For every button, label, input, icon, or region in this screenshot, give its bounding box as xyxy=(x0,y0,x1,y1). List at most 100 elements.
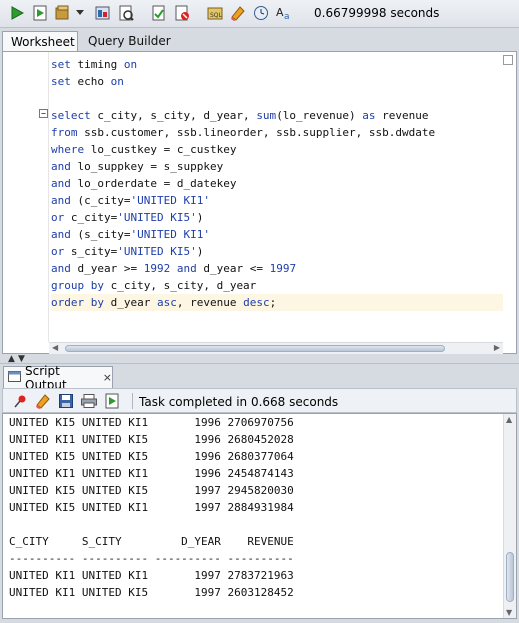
script-output-pane[interactable]: UNITED KI5 UNITED KI1 1996 2706970756 UNI… xyxy=(2,413,517,619)
expand-up-icon[interactable]: ▲ xyxy=(8,354,15,364)
code-line[interactable]: set echo on xyxy=(51,73,501,90)
code-token: ) xyxy=(196,211,204,224)
code-token: c_city, s_city, d_year xyxy=(110,279,257,292)
code-token: timing xyxy=(77,58,124,71)
code-token: c_city= xyxy=(70,211,118,224)
code-token: where xyxy=(51,143,91,156)
worksheet-toolbar: SQL Aa 0.66799998 seconds xyxy=(0,0,519,28)
code-token: 'UNITED KI1' xyxy=(130,228,210,241)
fold-toggle-icon[interactable]: − xyxy=(39,109,48,118)
autotrace-icon[interactable] xyxy=(94,4,112,22)
svg-text:a: a xyxy=(284,12,290,21)
task-status: Task completed in 0.668 seconds xyxy=(139,395,339,409)
code-line[interactable]: and lo_suppkey = s_suppkey xyxy=(51,158,501,175)
output-line: UNITED KI5 UNITED KI1 1997 2884931984 xyxy=(9,501,294,514)
sql-tuning-icon[interactable] xyxy=(150,4,168,22)
close-icon[interactable]: × xyxy=(103,371,112,384)
output-line: UNITED KI1 UNITED KI5 1996 2680452028 xyxy=(9,433,294,446)
scroll-up-icon[interactable]: ▲ xyxy=(506,415,512,424)
code-line[interactable]: and d_year >= 1992 and d_year <= 1997 xyxy=(51,260,501,277)
scroll-right-icon[interactable]: ▶ xyxy=(494,343,500,352)
expand-down-icon[interactable]: ▼ xyxy=(18,354,25,364)
run-script-output-icon[interactable] xyxy=(103,392,121,410)
clear-output-icon[interactable] xyxy=(34,392,52,410)
scrollbar-thumb[interactable] xyxy=(65,345,445,352)
output-line: UNITED KI1 UNITED KI5 1997 2603128452 xyxy=(9,586,294,599)
clear-icon[interactable] xyxy=(229,4,247,22)
output-line: UNITED KI5 UNITED KI1 1996 2706970756 xyxy=(9,416,294,429)
code-line[interactable]: from ssb.customer, ssb.lineorder, ssb.su… xyxy=(51,124,501,141)
scroll-left-icon[interactable]: ◀ xyxy=(52,343,58,352)
code-token: or xyxy=(51,245,71,258)
pin-icon[interactable] xyxy=(11,392,29,410)
output-vertical-scrollbar[interactable]: ▲ ▼ xyxy=(503,414,516,618)
history-icon[interactable] xyxy=(252,4,270,22)
code-token: and xyxy=(51,177,78,190)
code-line[interactable]: and (s_city='UNITED KI1' xyxy=(51,226,501,243)
sql-editor[interactable]: − set timing on set echo on select c_city,… xyxy=(2,51,517,354)
code-line[interactable]: set timing on xyxy=(51,56,501,73)
code-token: and xyxy=(51,194,78,207)
editor-gutter xyxy=(3,52,49,342)
code-line[interactable]: or s_city='UNITED KI5') xyxy=(51,243,501,260)
print-icon[interactable] xyxy=(80,392,98,410)
code-line[interactable]: or c_city='UNITED KI5') xyxy=(51,209,501,226)
scroll-down-icon[interactable]: ▼ xyxy=(506,608,512,617)
code-token: 'UNITED KI5' xyxy=(117,211,197,224)
sql-code[interactable]: set timing on set echo on select c_city, s… xyxy=(51,56,503,311)
execution-time: 0.66799998 seconds xyxy=(314,6,440,20)
scrollbar-thumb[interactable] xyxy=(506,552,514,602)
format-icon[interactable]: SQL xyxy=(206,4,224,22)
code-line[interactable] xyxy=(51,90,501,107)
svg-text:SQL: SQL xyxy=(210,12,223,19)
code-token: order by xyxy=(51,296,111,309)
chevron-down-icon[interactable] xyxy=(74,4,86,22)
code-line[interactable]: select c_city, s_city, d_year, sum(lo_re… xyxy=(51,107,501,124)
rollback-icon[interactable] xyxy=(173,4,191,22)
tab-script-output[interactable]: Script Output × xyxy=(3,364,113,392)
code-token: 1997 xyxy=(269,262,297,275)
code-line[interactable]: order by d_year asc, revenue desc; xyxy=(51,294,503,311)
code-token: s_city= xyxy=(70,245,118,258)
code-token: ; xyxy=(269,296,277,309)
run-statement-icon[interactable] xyxy=(8,4,26,22)
code-token: ) xyxy=(196,245,204,258)
code-token: sum xyxy=(256,109,277,122)
font-case-icon[interactable]: Aa xyxy=(275,4,293,22)
commit-icon[interactable] xyxy=(54,4,72,22)
tab-query-builder[interactable]: Query Builder xyxy=(80,31,179,51)
tab-worksheet[interactable]: Worksheet xyxy=(2,31,78,51)
code-token: on xyxy=(123,58,138,71)
code-token: group by xyxy=(51,279,111,292)
code-line[interactable]: and (c_city='UNITED KI1' xyxy=(51,192,501,209)
code-token: as xyxy=(362,109,383,122)
code-token: d_year <= xyxy=(203,262,270,275)
code-line[interactable]: and lo_orderdate = d_datekey xyxy=(51,175,501,192)
code-token: and xyxy=(51,262,78,275)
code-token: ssb.customer, ssb.lineorder, ssb.supplie… xyxy=(84,126,436,139)
editor-horizontal-scrollbar[interactable]: ◀ ▶ xyxy=(49,342,503,354)
script-output-icon xyxy=(8,370,21,386)
code-token: c_city, s_city, d_year, xyxy=(97,109,257,122)
code-line[interactable]: group by c_city, s_city, d_year xyxy=(51,277,501,294)
code-token: on xyxy=(110,75,124,88)
code-line[interactable]: where lo_custkey = c_custkey xyxy=(51,141,501,158)
code-token: asc xyxy=(156,296,177,309)
save-icon[interactable] xyxy=(57,392,75,410)
code-token: d_year >= xyxy=(77,262,144,275)
code-token: and xyxy=(51,228,78,241)
code-token: and xyxy=(176,262,204,275)
code-token: (s_city= xyxy=(77,228,131,241)
output-toolbar: Task completed in 0.668 seconds xyxy=(2,388,517,413)
code-token: set xyxy=(51,75,78,88)
output-line: ---------- ---------- ---------- -------… xyxy=(9,552,294,565)
run-script-icon[interactable] xyxy=(31,4,49,22)
toolbar-divider xyxy=(132,393,133,409)
output-line: UNITED KI1 UNITED KI1 1996 2454874143 xyxy=(9,467,294,480)
code-token: desc xyxy=(243,296,270,309)
code-token: or xyxy=(51,211,71,224)
code-token: and xyxy=(51,160,78,173)
explain-plan-icon[interactable] xyxy=(117,4,135,22)
code-token: 'UNITED KI5' xyxy=(117,245,197,258)
